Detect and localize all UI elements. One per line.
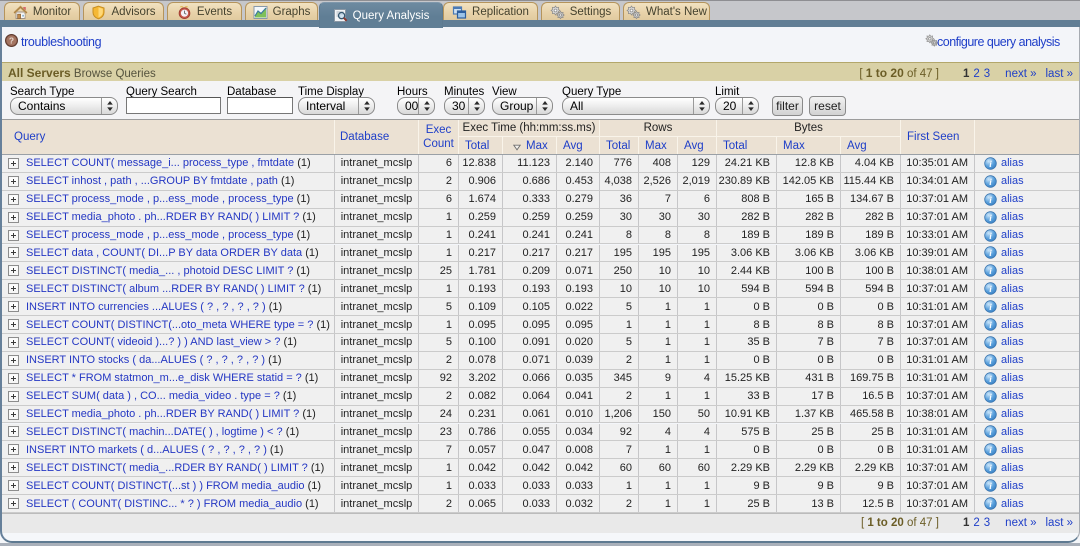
svg-text:?: ?: [9, 35, 14, 45]
